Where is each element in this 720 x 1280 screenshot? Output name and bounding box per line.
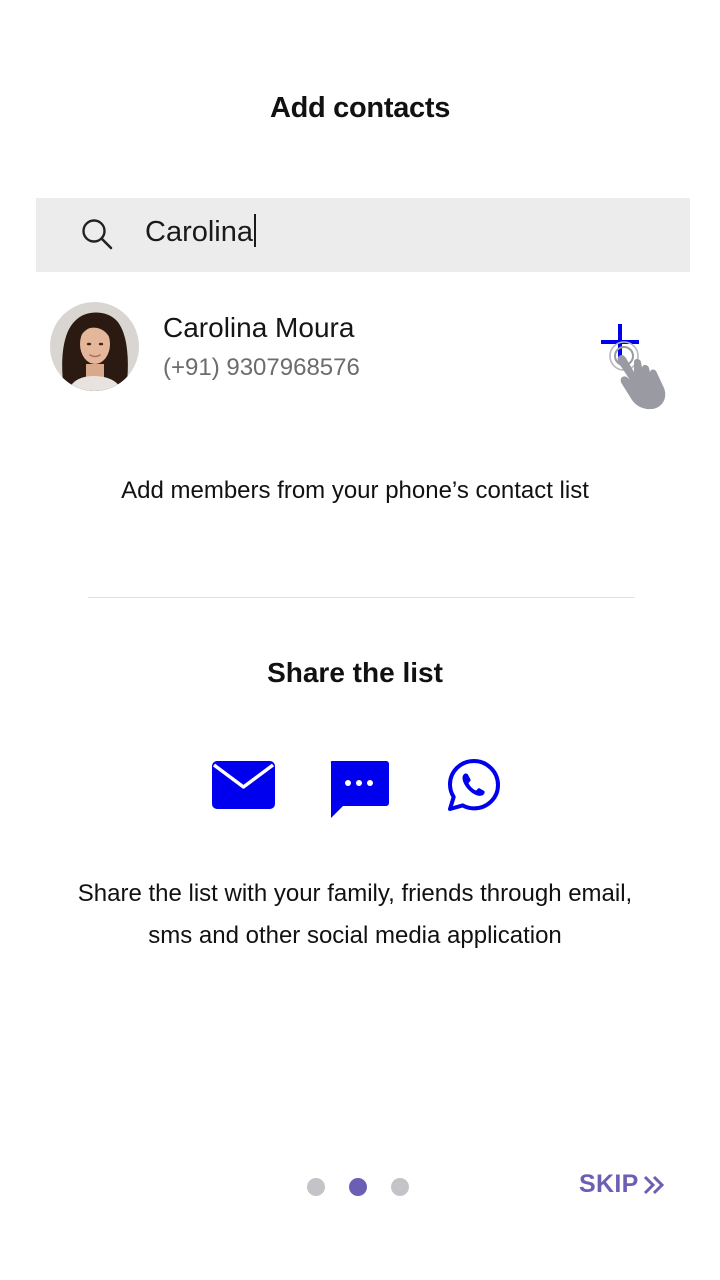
search-input[interactable]: Carolina <box>145 214 256 249</box>
sms-icon <box>330 761 389 818</box>
plus-icon <box>601 324 666 410</box>
share-email-button[interactable] <box>212 761 275 814</box>
whatsapp-icon <box>448 759 500 811</box>
page-title: Add contacts <box>269 92 451 124</box>
avatar <box>50 302 139 391</box>
page-indicator-dot-3[interactable] <box>391 1178 409 1196</box>
share-sms-button[interactable] <box>329 761 389 824</box>
share-whatsapp-button[interactable] <box>446 757 502 818</box>
double-chevron-right-icon <box>643 1175 664 1194</box>
search-icon <box>82 219 113 250</box>
contact-phone: (+91) 9307968576 <box>163 354 360 381</box>
page-indicator-dot-1[interactable] <box>307 1178 325 1196</box>
search-input-value: Carolina <box>145 216 253 248</box>
contact-row[interactable]: Carolina Moura (+91) 9307968576 <box>36 298 690 410</box>
section-divider <box>88 597 635 598</box>
contact-name: Carolina Moura <box>163 312 355 343</box>
add-members-hint: Add members from your phone’s contact li… <box>121 477 589 504</box>
search-bar[interactable]: Carolina <box>36 198 690 272</box>
share-description: Share the list with your family, friends… <box>0 873 710 957</box>
share-description-line-2: sms and other social media application <box>148 922 562 949</box>
text-caret <box>254 214 256 247</box>
page-indicator-dot-2-active[interactable] <box>349 1178 367 1196</box>
add-contact-button[interactable] <box>596 318 686 413</box>
skip-label: SKIP <box>579 1170 639 1198</box>
share-section-title: Share the list <box>267 657 443 688</box>
share-description-line-1: Share the list with your family, friends… <box>77 880 633 907</box>
skip-button[interactable]: SKIP <box>579 1170 665 1199</box>
email-icon <box>212 761 275 809</box>
